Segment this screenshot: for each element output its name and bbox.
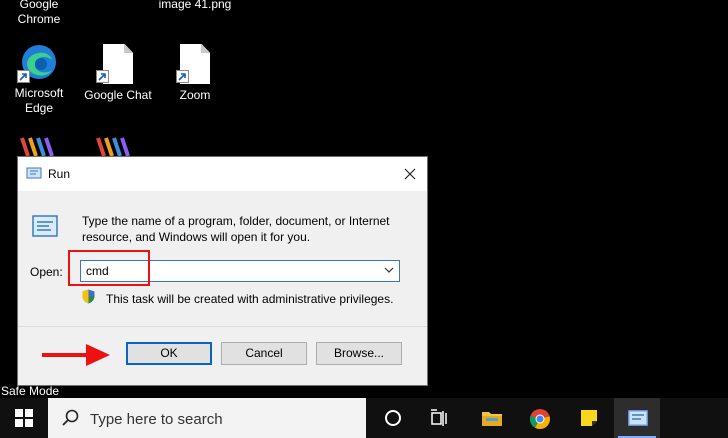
desktop-icon-label: Google Chat [84,88,152,102]
cancel-button[interactable]: Cancel [221,342,307,365]
sticky-notes-button[interactable] [566,398,612,438]
uac-shield-icon [82,289,95,304]
file-explorer-button[interactable] [468,398,514,438]
taskbar: Type here to search [0,398,728,438]
search-placeholder: Type here to search [90,411,223,428]
desktop-icon-label: Edge [24,101,54,115]
dialog-titlebar[interactable]: Run [18,157,427,191]
cortana-button[interactable] [370,398,416,438]
sticky-notes-icon [581,410,597,426]
run-icon [628,410,648,426]
chrome-button[interactable] [516,398,562,438]
browse-button[interactable]: Browse... [316,342,402,365]
file-explorer-icon [482,412,502,426]
desktop-icon-image[interactable]: image 41.png [150,0,240,12]
desktop-icon-zoom[interactable]: Zoom [158,44,232,103]
close-icon [404,168,416,180]
dialog-description: Type the name of a program, folder, docu… [82,214,390,244]
annotation-highlight-box [68,250,150,286]
safe-mode-watermark: Safe Mode [1,384,60,398]
windows-logo-icon [15,409,33,427]
edge-icon [17,42,59,83]
app-stripes-icon [20,137,54,157]
annotation-arrow [42,344,110,366]
desktop-icon-label: Google [19,0,59,11]
task-view-icon [431,409,447,426]
desktop-icon-google-chat[interactable]: Google Chat [80,44,156,103]
desktop-icon-label: Chrome [17,12,61,26]
desktop-icon-edge[interactable]: Microsoft Edge [2,42,76,116]
dialog-title: Run [48,167,71,181]
shortcut-arrow-icon [176,70,189,83]
desktop-icon-chrome[interactable]: Google Chrome [2,0,76,27]
close-button[interactable] [393,157,427,191]
cortana-icon [385,410,401,426]
open-label-text: Open: [30,265,63,279]
run-taskbar-button[interactable] [614,398,660,438]
admin-privileges-note: This task will be created with administr… [106,292,394,306]
dialog-button-bar: OK Cancel Browse... [18,326,427,385]
chrome-icon [529,409,550,430]
start-button[interactable] [0,398,48,438]
chevron-down-icon[interactable] [384,265,394,275]
task-view-button[interactable] [416,398,462,438]
run-dialog: Run Type the name of a program, folder, … [17,156,428,386]
taskbar-search-box[interactable]: Type here to search [48,398,366,438]
ok-button[interactable]: OK [126,342,212,365]
open-label: Open: [30,265,63,279]
shortcut-arrow-icon [96,70,109,83]
search-icon [62,409,79,426]
run-program-icon [32,215,58,237]
run-icon [26,167,42,179]
desktop-icon-label: Zoom [179,88,211,102]
shortcut-arrow-icon [17,70,30,83]
app-stripes-icon [96,137,130,157]
desktop-icon-label: image 41.png [158,0,232,11]
desktop-icon-label: Microsoft [14,86,64,100]
